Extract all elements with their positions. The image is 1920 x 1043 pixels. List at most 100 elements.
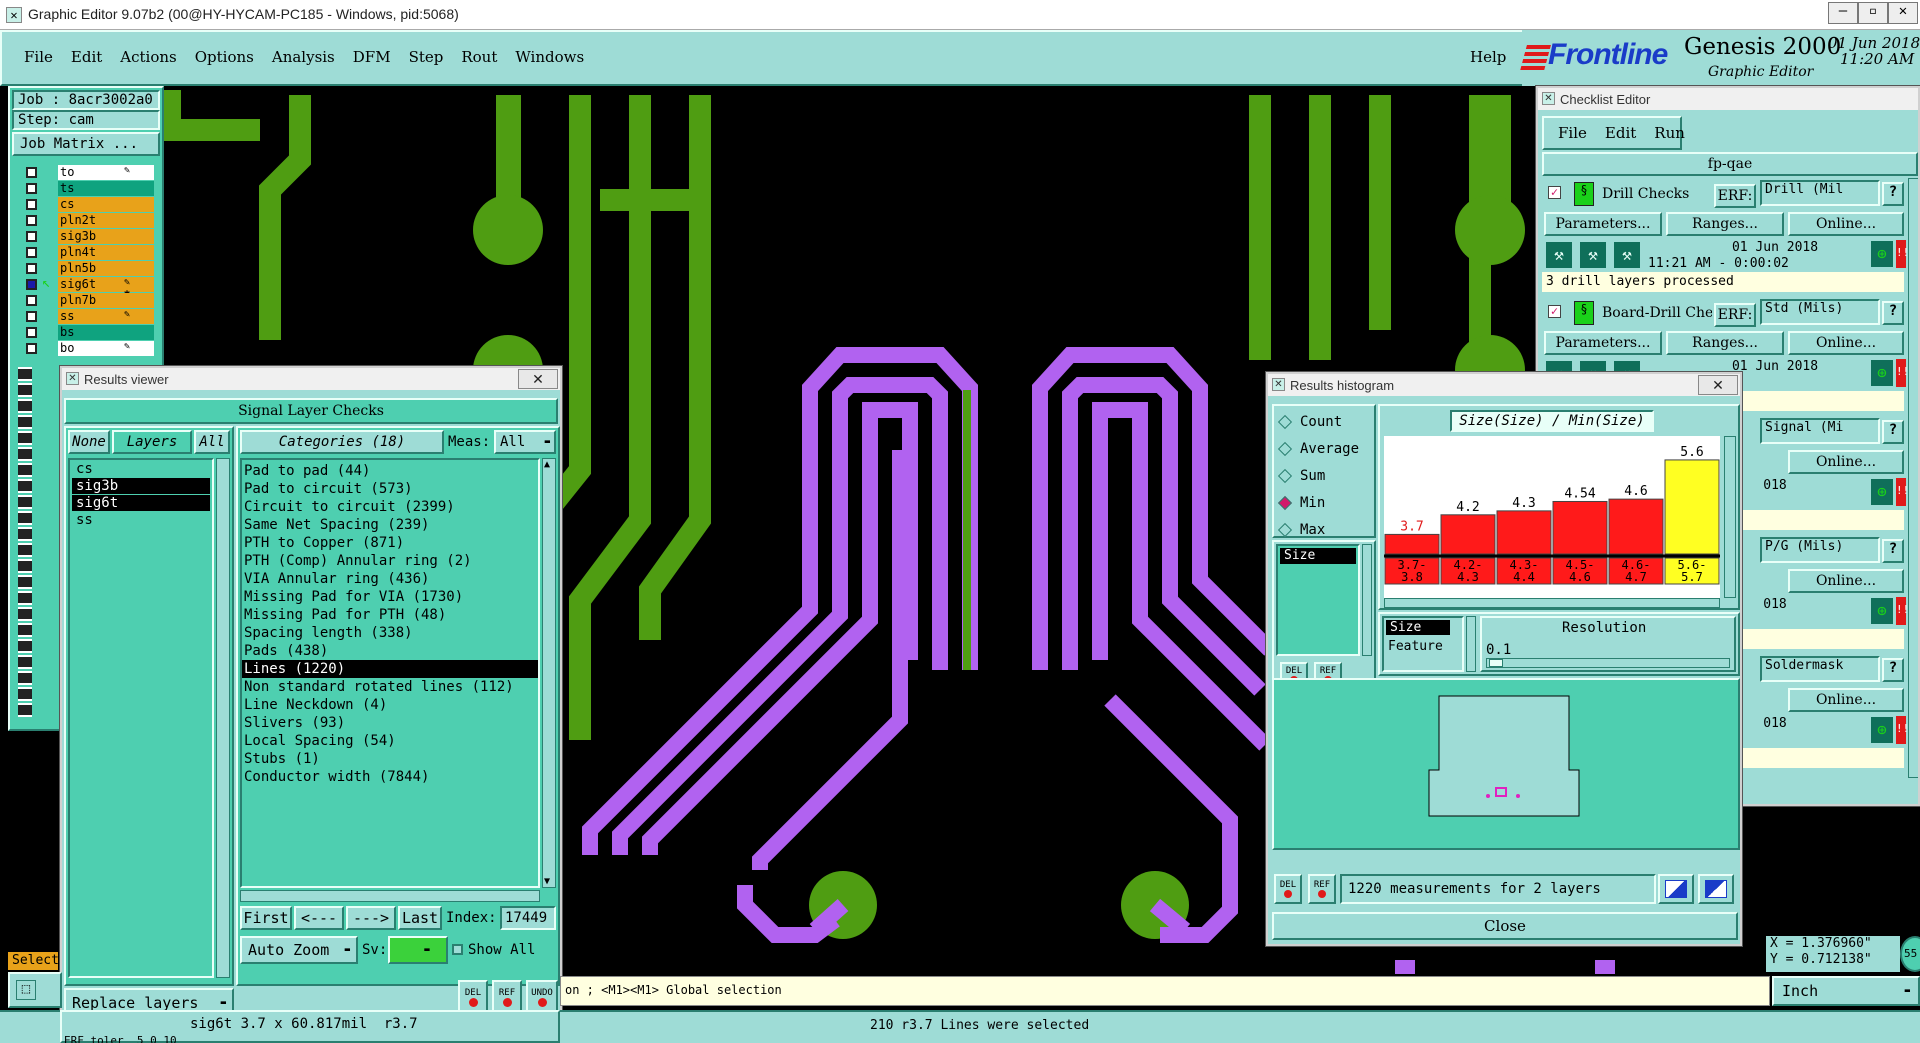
category-item[interactable]: Same Net Spacing (239) bbox=[242, 516, 538, 534]
feature-option[interactable]: Feature bbox=[1384, 639, 1462, 654]
parameters-button[interactable]: Parameters... bbox=[1544, 331, 1662, 355]
undo-button[interactable]: UNDO bbox=[526, 980, 558, 1014]
layer-name[interactable]: cs bbox=[58, 197, 154, 212]
menu-dfm[interactable]: DFM bbox=[353, 48, 391, 66]
job-matrix-button[interactable]: Job Matrix ... bbox=[12, 132, 160, 156]
online-button[interactable]: Online... bbox=[1788, 331, 1904, 355]
category-item[interactable]: VIA Annular ring (436) bbox=[242, 570, 538, 588]
category-item[interactable]: PTH to Copper (871) bbox=[242, 534, 538, 552]
layer-name[interactable]: pln2t bbox=[58, 213, 154, 228]
layer-name[interactable]: ss bbox=[58, 309, 154, 324]
layers-button[interactable]: Layers bbox=[112, 430, 192, 454]
action-checkbox[interactable]: ✓ bbox=[1548, 186, 1561, 199]
layer-row[interactable]: pln4t bbox=[24, 245, 154, 261]
run-action-icon[interactable]: ⚒ bbox=[1544, 240, 1574, 270]
menu-edit[interactable]: Edit bbox=[71, 48, 102, 66]
minimize-icon[interactable]: — bbox=[1828, 2, 1858, 24]
layer-checkbox[interactable] bbox=[26, 279, 37, 290]
zoom-results-icon[interactable]: ⊕ bbox=[1870, 716, 1894, 744]
categories-scrollbar[interactable]: ▲ ▼ bbox=[542, 458, 556, 888]
zoom-results-icon[interactable]: ⊕ bbox=[1870, 240, 1894, 268]
result-layer-item[interactable]: ss bbox=[72, 512, 210, 528]
help-icon[interactable]: ? bbox=[1882, 182, 1904, 206]
run-action-icon[interactable]: ⚒ bbox=[1612, 240, 1642, 270]
category-item[interactable]: Pad to circuit (573) bbox=[242, 480, 538, 498]
category-item[interactable]: PTH (Comp) Annular ring (2) bbox=[242, 552, 538, 570]
units-dropdown[interactable]: Inch ▬ bbox=[1772, 976, 1920, 1006]
category-item[interactable]: Spacing length (338) bbox=[242, 624, 538, 642]
histogram-bar[interactable] bbox=[1552, 500, 1608, 555]
prev-button[interactable]: <--- bbox=[294, 906, 344, 930]
layer-name[interactable]: pln4t bbox=[58, 245, 154, 260]
layer-row[interactable]: pln7b bbox=[24, 293, 154, 309]
online-button[interactable]: Online... bbox=[1788, 569, 1904, 593]
help-icon[interactable]: ? bbox=[1882, 420, 1904, 444]
layer-row[interactable]: ss ✎ bbox=[24, 309, 154, 325]
layer-name[interactable]: pln7b bbox=[58, 293, 154, 308]
category-item[interactable]: Stubs (1) bbox=[242, 750, 538, 768]
resolution-slider[interactable] bbox=[1486, 658, 1730, 668]
layer-checkbox[interactable] bbox=[26, 231, 37, 242]
category-item[interactable]: Missing Pad for PTH (48) bbox=[242, 606, 538, 624]
category-item[interactable]: Circuit to circuit (2399) bbox=[242, 498, 538, 516]
category-item[interactable]: Slivers (93) bbox=[242, 714, 538, 732]
all-button[interactable]: All bbox=[194, 430, 230, 454]
layer-name[interactable]: pln5b bbox=[58, 261, 154, 276]
erf-field[interactable]: Drill (Mil bbox=[1760, 180, 1880, 206]
erf-field[interactable]: Soldermask bbox=[1760, 656, 1880, 682]
help-icon[interactable]: ? bbox=[1882, 301, 1904, 325]
help-icon[interactable]: ? bbox=[1882, 539, 1904, 563]
next-button[interactable]: ---> bbox=[346, 906, 396, 930]
zoom-results-icon[interactable]: ⊕ bbox=[1870, 478, 1894, 506]
del-button[interactable]: DEL bbox=[458, 980, 488, 1014]
histogram-import-button[interactable] bbox=[1698, 874, 1734, 904]
layer-name[interactable]: sig3b bbox=[58, 229, 154, 244]
histogram-bar[interactable] bbox=[1440, 514, 1496, 555]
menu-windows[interactable]: Windows bbox=[515, 48, 584, 66]
menu-step[interactable]: Step bbox=[409, 48, 444, 66]
auto-zoom-dropdown[interactable]: Auto Zoom ▬ bbox=[240, 936, 358, 964]
histogram-bar[interactable] bbox=[1608, 498, 1664, 555]
del-button[interactable]: DEL bbox=[1274, 874, 1302, 904]
layer-row[interactable]: ts bbox=[24, 181, 154, 197]
result-layer-item[interactable]: sig6t bbox=[72, 495, 210, 511]
checklist-scrollbar[interactable] bbox=[1908, 178, 1918, 778]
chart-vscrollbar[interactable] bbox=[1724, 436, 1736, 598]
histogram-bar[interactable] bbox=[1384, 533, 1440, 555]
close-icon[interactable]: ✕ bbox=[1888, 2, 1918, 24]
categories-button[interactable]: Categories (18) bbox=[240, 430, 444, 454]
show-all-checkbox[interactable] bbox=[452, 944, 463, 955]
feature-listbox[interactable]: Size bbox=[1276, 544, 1360, 656]
zoom-results-icon[interactable]: ⊕ bbox=[1870, 359, 1894, 387]
scroll-up-icon[interactable]: ▲ bbox=[544, 459, 550, 470]
sv-color-dropdown[interactable]: ▬ bbox=[388, 936, 448, 964]
last-button[interactable]: Last bbox=[398, 906, 442, 930]
online-button[interactable]: Online... bbox=[1788, 688, 1904, 712]
mode-radio-sum[interactable]: Sum bbox=[1277, 466, 1325, 486]
category-item[interactable]: Line Neckdown (4) bbox=[242, 696, 538, 714]
menu-actions[interactable]: Actions bbox=[120, 48, 176, 66]
category-item[interactable]: Local Spacing (54) bbox=[242, 732, 538, 750]
checklist-menu-run[interactable]: Run bbox=[1654, 124, 1685, 142]
checklist-menu-edit[interactable]: Edit bbox=[1605, 124, 1636, 142]
ref-button[interactable]: REF bbox=[1308, 874, 1336, 904]
layer-checkbox[interactable] bbox=[26, 295, 37, 306]
close-icon[interactable]: ✕ bbox=[518, 369, 558, 389]
layer-row[interactable]: cs bbox=[24, 197, 154, 213]
layer-checkbox[interactable] bbox=[26, 247, 37, 258]
erf-field[interactable]: Signal (Mi bbox=[1760, 418, 1880, 444]
close-icon[interactable]: ✕ bbox=[1698, 375, 1738, 395]
help-icon[interactable]: ? bbox=[1882, 658, 1904, 682]
layer-checkbox[interactable] bbox=[26, 327, 37, 338]
size-scrollbar[interactable] bbox=[1466, 616, 1476, 672]
meas-dropdown[interactable]: All ▬ bbox=[494, 430, 556, 454]
menu-help[interactable]: Help bbox=[1470, 48, 1506, 66]
categories-listbox[interactable]: Pad to pad (44) Pad to circuit (573) Circu… bbox=[240, 458, 540, 888]
zoom-results-icon[interactable]: ⊕ bbox=[1870, 597, 1894, 625]
size-feature-list[interactable]: Size Feature bbox=[1382, 616, 1464, 672]
none-button[interactable]: None bbox=[68, 430, 110, 454]
histogram-chart[interactable]: 3.73.7-3.84.24.2-4.34.34.3-4.44.544.5-4.… bbox=[1384, 436, 1720, 598]
category-item[interactable]: Pads (438) bbox=[242, 642, 538, 660]
layer-checkbox[interactable] bbox=[26, 263, 37, 274]
layer-name[interactable]: to bbox=[58, 165, 154, 180]
